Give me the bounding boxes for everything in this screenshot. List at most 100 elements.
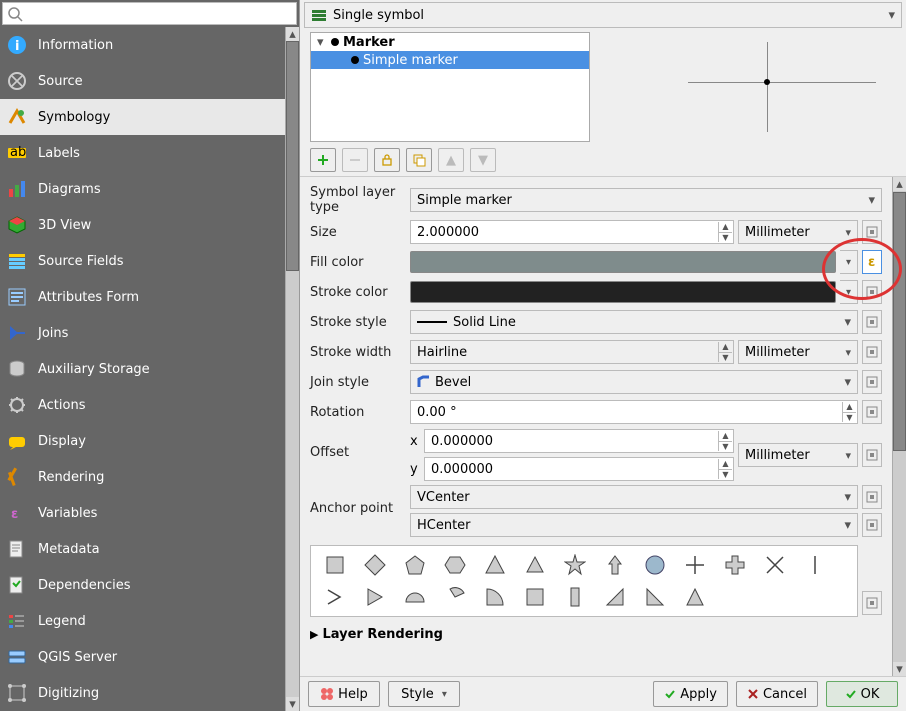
sidebar-item-variables[interactable]: εVariables — [0, 495, 285, 531]
apply-button[interactable]: Apply — [653, 681, 728, 707]
shape-cross[interactable] — [681, 552, 709, 578]
join-style-select[interactable]: Bevel▾ — [410, 370, 858, 394]
rotation-data-defined-button[interactable] — [862, 400, 882, 424]
fill-color-data-defined-button[interactable]: ε — [862, 250, 882, 274]
stroke-color-button[interactable] — [410, 281, 836, 303]
spin-buttons[interactable]: ▲▼ — [842, 402, 856, 422]
offset-x-spin[interactable]: 0.000000 ▲▼ — [424, 429, 734, 453]
symbol-layer-type-select[interactable]: Simple marker▾ — [410, 188, 882, 212]
shape-left-half[interactable] — [681, 584, 709, 610]
spin-buttons[interactable]: ▲▼ — [718, 459, 732, 479]
shape-quartercircle[interactable] — [481, 584, 509, 610]
lock-layer-button[interactable] — [374, 148, 400, 172]
sidebar-item-information[interactable]: iInformation — [0, 27, 285, 63]
move-down-button[interactable]: ▼ — [470, 148, 496, 172]
stroke-color-data-defined-button[interactable] — [862, 280, 882, 304]
stroke-style-data-defined-button[interactable] — [862, 310, 882, 334]
shape-arrow[interactable] — [601, 552, 629, 578]
duplicate-layer-button[interactable] — [406, 148, 432, 172]
sidebar-search[interactable] — [2, 2, 297, 25]
shape-circle-selected[interactable] — [641, 552, 669, 578]
sidebar-item-rendering[interactable]: Rendering — [0, 459, 285, 495]
shape-arrowhead[interactable] — [321, 584, 349, 610]
symbol-layer-type-label: Symbol layer type — [310, 185, 406, 215]
sidebar-item-digitizing[interactable]: Digitizing — [0, 675, 285, 711]
shape-square[interactable] — [321, 552, 349, 578]
properties-scrollbar[interactable]: ▴ ▾ — [892, 177, 906, 676]
offset-data-defined-button[interactable] — [862, 443, 882, 467]
sidebar-item-qgis-server[interactable]: QGIS Server — [0, 639, 285, 675]
sidebar-item-dependencies[interactable]: Dependencies — [0, 567, 285, 603]
spin-buttons[interactable]: ▲▼ — [718, 342, 732, 362]
sidebar-item-diagrams[interactable]: Diagrams — [0, 171, 285, 207]
stroke-width-data-defined-button[interactable] — [862, 340, 882, 364]
sidebar-item-joins[interactable]: Joins — [0, 315, 285, 351]
shape-thirdcircle[interactable] — [441, 584, 469, 610]
shape-semicircle[interactable] — [401, 584, 429, 610]
sidebar-item-3d-view[interactable]: 3D View — [0, 207, 285, 243]
remove-layer-button[interactable] — [342, 148, 368, 172]
stroke-width-spin[interactable]: Hairline ▲▼ — [410, 340, 734, 364]
sidebar-item-labels[interactable]: abcLabels — [0, 135, 285, 171]
shape-quartersquare[interactable] — [521, 584, 549, 610]
join-style-data-defined-button[interactable] — [862, 370, 882, 394]
sidebar-item-legend[interactable]: Legend — [0, 603, 285, 639]
shape-diag-half[interactable] — [601, 584, 629, 610]
anchor-v-select[interactable]: VCenter▾ — [410, 485, 858, 509]
sidebar-item-actions[interactable]: Actions — [0, 387, 285, 423]
anchor-h-select[interactable]: HCenter▾ — [410, 513, 858, 537]
sidebar-scrollbar[interactable]: ▴ ▾ — [285, 27, 299, 711]
sourcefields-icon — [6, 250, 28, 272]
size-spin[interactable]: 2.000000 ▲▼ — [410, 220, 734, 244]
anchor-v-data-defined-button[interactable] — [862, 485, 882, 509]
help-button[interactable]: Help — [308, 681, 380, 707]
shape-line[interactable] — [801, 552, 829, 578]
offset-y-spin[interactable]: 0.000000 ▲▼ — [424, 457, 734, 481]
sidebar-item-auxiliary-storage[interactable]: Auxiliary Storage — [0, 351, 285, 387]
tree-row-marker[interactable]: ▾ Marker — [311, 33, 589, 51]
sidebar-item-attributes-form[interactable]: Attributes Form — [0, 279, 285, 315]
renderer-selector[interactable]: Single symbol ▾ — [304, 2, 902, 28]
shape-diamond[interactable] — [361, 552, 389, 578]
sidebar-item-symbology[interactable]: Symbology — [0, 99, 285, 135]
fill-color-dropdown[interactable]: ▾ — [840, 250, 858, 274]
shape-arrowhead-fill[interactable] — [361, 584, 389, 610]
shape-star[interactable] — [561, 552, 589, 578]
stroke-color-dropdown[interactable]: ▾ — [840, 280, 858, 304]
sidebar-item-source[interactable]: Source — [0, 63, 285, 99]
shape-cross-fill[interactable] — [721, 552, 749, 578]
shape-hexagon[interactable] — [441, 552, 469, 578]
anchor-h-data-defined-button[interactable] — [862, 513, 882, 537]
tree-row-simple-marker[interactable]: Simple marker — [311, 51, 589, 69]
rotation-spin[interactable]: 0.00 ° ▲▼ — [410, 400, 858, 424]
size-unit-select[interactable]: Millimeter▾ — [738, 220, 858, 244]
spin-buttons[interactable]: ▲▼ — [718, 222, 732, 242]
triangle-down-icon: ▼ — [478, 153, 488, 168]
move-up-button[interactable]: ▲ — [438, 148, 464, 172]
shape-pentagon[interactable] — [401, 552, 429, 578]
shape-right-half[interactable] — [641, 584, 669, 610]
fill-color-button[interactable] — [410, 251, 836, 273]
shape-equilateral[interactable] — [521, 552, 549, 578]
cancel-button[interactable]: Cancel — [736, 681, 818, 707]
layer-rendering-toggle[interactable]: ▶ Layer Rendering — [310, 627, 882, 642]
shape-data-defined-button[interactable] — [862, 591, 882, 615]
size-data-defined-button[interactable] — [862, 220, 882, 244]
spin-buttons[interactable]: ▲▼ — [718, 431, 732, 451]
sidebar-item-source-fields[interactable]: Source Fields — [0, 243, 285, 279]
style-button[interactable]: Style▾ — [388, 681, 460, 707]
help-icon — [320, 687, 334, 701]
add-layer-button[interactable] — [310, 148, 336, 172]
shape-x[interactable] — [761, 552, 789, 578]
shape-halfsquare[interactable] — [561, 584, 589, 610]
ok-button[interactable]: OK — [826, 681, 898, 707]
offset-unit-select[interactable]: Millimeter▾ — [738, 443, 858, 467]
sidebar-item-metadata[interactable]: Metadata — [0, 531, 285, 567]
stroke-width-unit-select[interactable]: Millimeter▾ — [738, 340, 858, 364]
sidebar-item-display[interactable]: Display — [0, 423, 285, 459]
shape-triangle[interactable] — [481, 552, 509, 578]
chevron-down-icon: ▾ — [442, 689, 447, 700]
stroke-style-select[interactable]: Solid Line▾ — [410, 310, 858, 334]
symbol-layer-tree[interactable]: ▾ Marker Simple marker — [310, 32, 590, 142]
search-input[interactable] — [23, 6, 292, 21]
